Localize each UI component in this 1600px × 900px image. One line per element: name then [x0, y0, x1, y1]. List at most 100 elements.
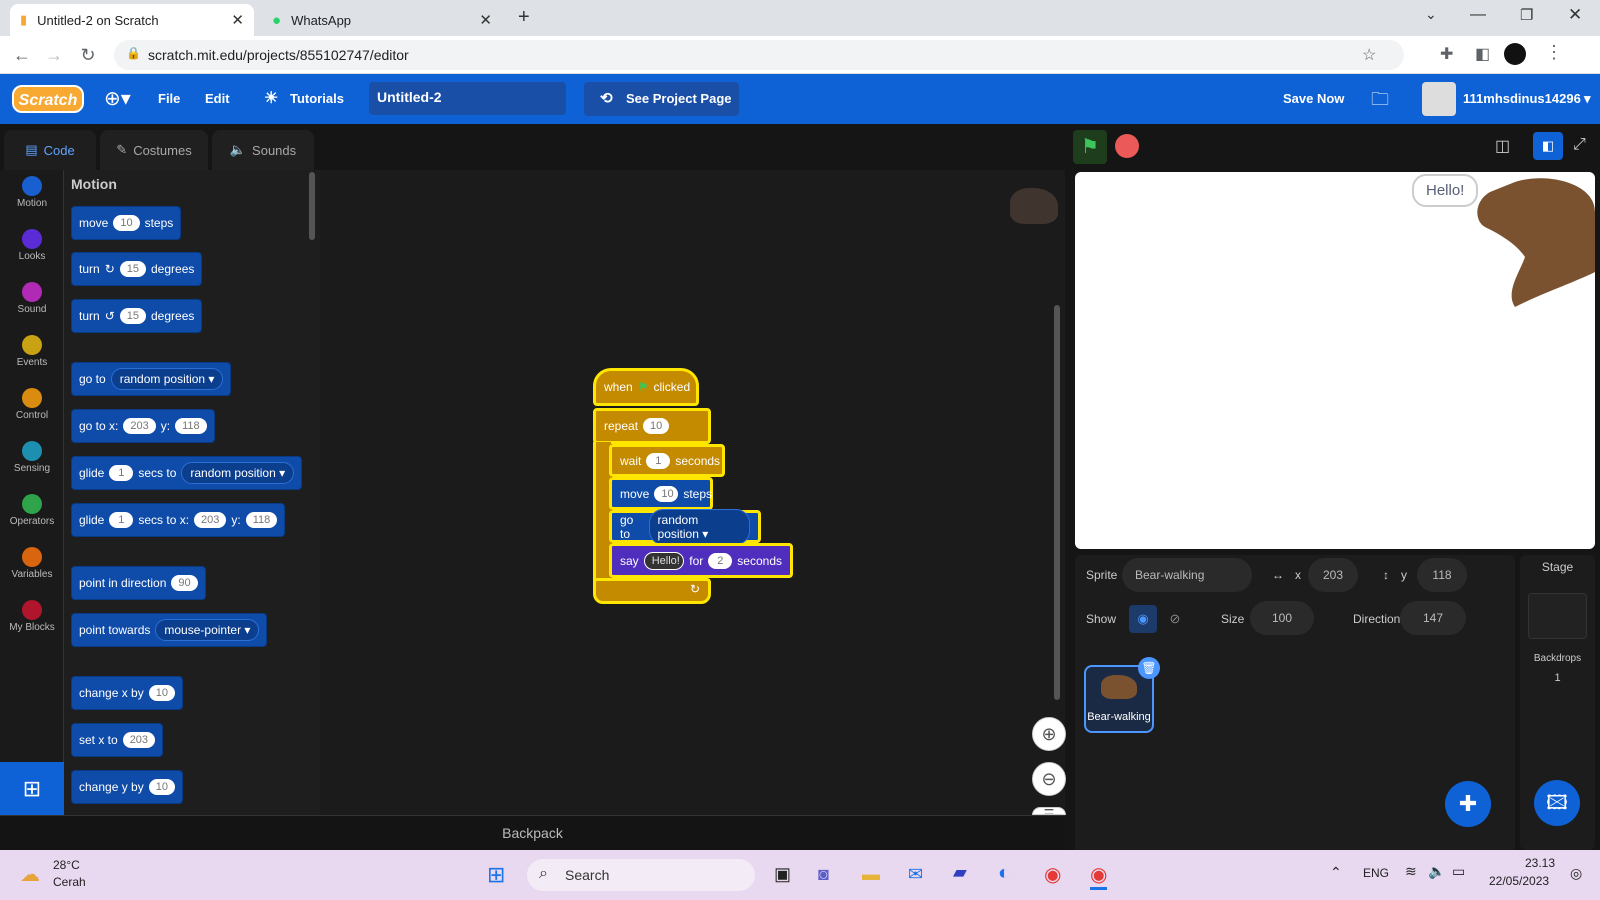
direction-input[interactable]: 147 — [1400, 601, 1466, 635]
block-input[interactable]: 15 — [119, 261, 146, 277]
category-variables[interactable]: Variables — [0, 547, 64, 594]
block-change-y[interactable]: change y by 10 — [71, 770, 183, 804]
volume-icon[interactable]: 🔈 — [1428, 863, 1445, 880]
block-input[interactable]: 118 — [175, 418, 207, 434]
delete-sprite-icon[interactable]: 🗑 — [1138, 657, 1160, 679]
block-go-to-xy[interactable]: go to x: 203 y: 118 — [71, 409, 215, 443]
clock-date[interactable]: 22/05/2023 — [1489, 874, 1549, 888]
block-go-to[interactable]: go to random position ▾ — [71, 362, 232, 396]
block-input[interactable]: 1 — [646, 452, 671, 469]
taskbar-search-box[interactable]: ⌕ Search — [527, 859, 755, 891]
reload-icon[interactable]: ↻ — [76, 44, 100, 66]
battery-icon[interactable]: ▭ — [1452, 863, 1465, 880]
mail-icon[interactable]: ✉ — [908, 864, 923, 885]
stage-canvas[interactable]: Hello! — [1075, 172, 1595, 549]
block-go-to[interactable]: go to random position ▾ — [609, 508, 761, 545]
category-motion[interactable]: Motion — [0, 176, 64, 223]
extensions-icon[interactable]: ✚ — [1440, 44, 1453, 64]
zoom-in-button[interactable]: ⊕ — [1032, 717, 1066, 751]
script-area[interactable]: when ⚑ clicked repeat 10 wait 1 seconds move 1… — [320, 170, 1066, 815]
close-tab-icon[interactable]: ✕ — [231, 11, 244, 29]
backpack[interactable]: Backpack — [0, 815, 1065, 850]
wifi-icon[interactable]: ≋ — [1405, 863, 1417, 880]
block-dropdown[interactable]: mouse-pointer ▾ — [155, 619, 260, 641]
block-input[interactable]: 2 — [708, 552, 733, 569]
show-hidden-icons-chevron[interactable]: ⌃ — [1330, 864, 1342, 881]
side-panel-icon[interactable]: ◧ — [1475, 44, 1490, 64]
back-arrow-icon[interactable]: ← — [10, 44, 34, 66]
category-operators[interactable]: Operators — [0, 494, 64, 541]
add-extension-button[interactable]: ⊞ — [0, 762, 64, 815]
green-flag-button[interactable]: ⚑ — [1073, 130, 1107, 164]
sprite-name-input[interactable]: Bear-walking — [1122, 558, 1252, 592]
block-dropdown[interactable]: random position ▾ — [110, 368, 224, 390]
small-stage-icon[interactable]: ◫ — [1495, 136, 1510, 156]
tab-costumes[interactable]: ✎ Costumes — [100, 130, 208, 170]
block-dropdown[interactable]: random position ▾ — [181, 462, 295, 484]
file-explorer-icon[interactable]: ▬ — [862, 864, 880, 885]
block-input[interactable]: 10 — [654, 485, 679, 502]
block-move-steps[interactable]: move 10 steps — [71, 206, 182, 240]
tab-scratch[interactable]: ▮ Untitled-2 on Scratch ✕ — [10, 4, 254, 36]
notification-icon[interactable]: ◎ — [1570, 865, 1582, 882]
x-input[interactable]: 203 — [1308, 558, 1358, 592]
palette-scrollbar[interactable] — [309, 172, 315, 240]
block-set-x[interactable]: set x to 203 — [71, 723, 164, 757]
more-menu-icon[interactable]: ⋮ — [1545, 42, 1563, 63]
block-input[interactable]: 10 — [643, 418, 670, 434]
add-backdrop-button[interactable]: 🖾 — [1534, 780, 1580, 826]
clock-time[interactable]: 23.13 — [1525, 856, 1555, 870]
block-input[interactable]: 118 — [245, 512, 278, 528]
block-input[interactable]: 90 — [171, 575, 198, 591]
edit-menu[interactable]: Edit — [205, 74, 230, 124]
y-input[interactable]: 118 — [1417, 558, 1467, 592]
block-turn-right[interactable]: turn ↻ 15 degrees — [71, 252, 203, 286]
add-sprite-button[interactable]: ✚ — [1445, 781, 1491, 827]
save-now-button[interactable]: Save Now — [1283, 74, 1344, 124]
block-wait[interactable]: wait 1 seconds — [609, 444, 725, 477]
block-input[interactable]: 203 — [122, 732, 156, 748]
edge-icon[interactable]: ◐ — [998, 862, 1010, 885]
project-title-input[interactable]: Untitled-2 — [369, 82, 566, 115]
tab-code[interactable]: ▤ Code — [4, 130, 96, 170]
category-control[interactable]: Control — [0, 388, 64, 435]
say-message-input[interactable]: Hello! — [643, 551, 685, 570]
script-scrollbar[interactable] — [1054, 305, 1060, 700]
close-window-button[interactable]: ✕ — [1568, 5, 1582, 25]
tab-sounds[interactable]: 🔈 Sounds — [212, 130, 314, 170]
close-tab-icon[interactable]: ✕ — [479, 11, 492, 29]
block-say-for-seconds[interactable]: say Hello! for 2 seconds — [609, 543, 793, 578]
category-looks[interactable]: Looks — [0, 229, 64, 276]
block-input[interactable]: 10 — [148, 685, 175, 701]
minimize-button[interactable]: — — [1470, 6, 1486, 24]
block-input[interactable]: 1 — [109, 465, 134, 481]
block-change-x[interactable]: change x by 10 — [71, 676, 183, 710]
category-events[interactable]: Events — [0, 335, 64, 382]
block-input[interactable]: 203 — [123, 418, 156, 434]
script-stack[interactable]: when ⚑ clicked repeat 10 wait 1 seconds move 1… — [593, 368, 793, 610]
block-input[interactable]: 203 — [194, 512, 227, 528]
stop-button[interactable] — [1115, 134, 1139, 158]
stage-selector[interactable]: Stage Backdrops 1 🖾 — [1520, 555, 1595, 850]
block-input[interactable]: 15 — [119, 308, 146, 324]
input-language[interactable]: ENG — [1363, 866, 1389, 880]
new-tab-button[interactable]: + — [518, 6, 530, 29]
category-my-blocks[interactable]: My Blocks — [0, 600, 64, 647]
block-turn-left[interactable]: turn ↺ 15 degrees — [71, 299, 203, 333]
url-input[interactable]: 🔒 scratch.mit.edu/projects/855102747/edi… — [114, 40, 1404, 70]
tab-whatsapp[interactable]: ● WhatsApp ✕ — [262, 4, 502, 36]
sprite-tile[interactable]: Bear-walking 🗑 — [1084, 657, 1160, 733]
block-move-steps[interactable]: move 10 steps — [609, 477, 713, 510]
chrome-active-icon[interactable]: ◉ — [1090, 862, 1108, 890]
category-sound[interactable]: Sound — [0, 282, 64, 329]
bookmark-star-icon[interactable]: ☆ — [1362, 45, 1376, 65]
teams-chat-icon[interactable]: ◙ — [818, 864, 829, 885]
block-input[interactable]: 10 — [113, 215, 140, 231]
file-menu[interactable]: File — [158, 74, 180, 124]
tutorials-button[interactable]: Tutorials — [290, 74, 344, 124]
block-glide-to[interactable]: glide 1 secs to random position ▾ — [71, 456, 303, 490]
task-view-icon[interactable]: ▣ — [774, 864, 791, 885]
zoom-reset-button[interactable]: = — [1032, 807, 1066, 815]
block-when-flag-clicked[interactable]: when ⚑ clicked — [593, 368, 699, 406]
block-glide-xy[interactable]: glide 1 secs to x: 203 y: 118 — [71, 503, 286, 537]
